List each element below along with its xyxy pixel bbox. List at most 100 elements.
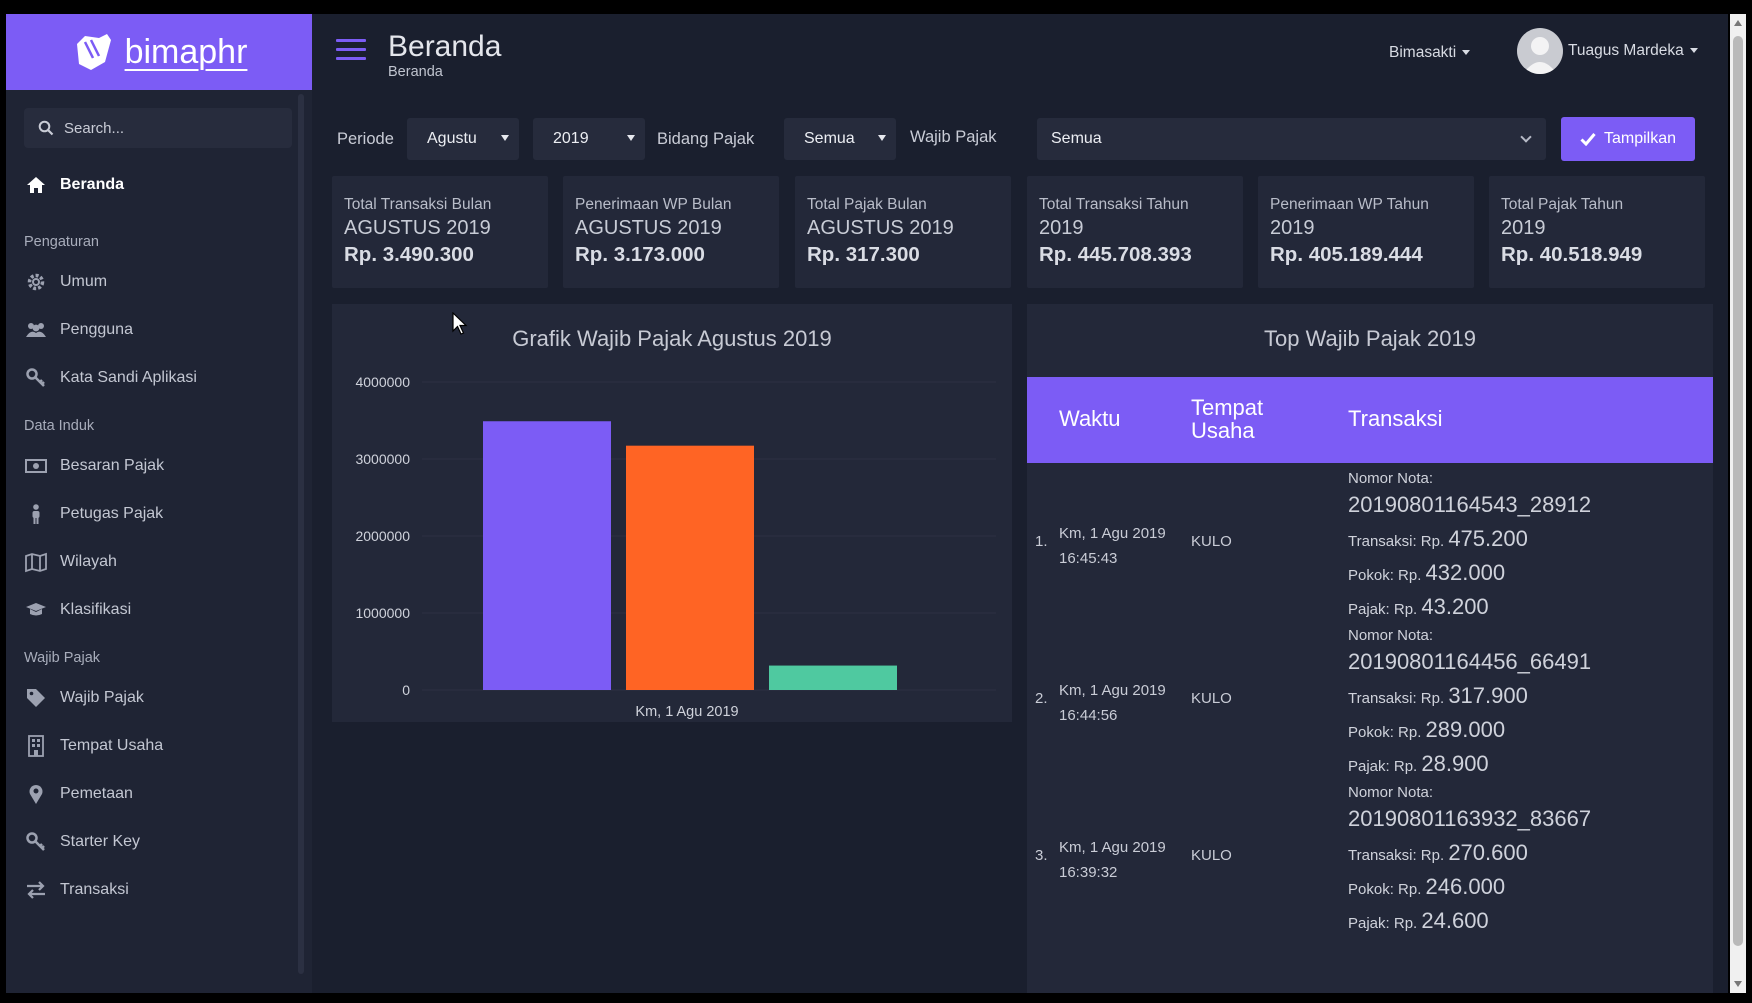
amount-value: 289.000 bbox=[1425, 717, 1506, 742]
sidebar-item-label: Beranda bbox=[60, 176, 125, 193]
year-select[interactable]: 2019 bbox=[533, 118, 645, 160]
table-row[interactable]: 1. Km, 1 Agu 2019 16:45:43 KULO Nomor Not… bbox=[1027, 470, 1713, 646]
nota-number: 20190801164543_28912 bbox=[1348, 492, 1592, 517]
stat-card-total-transaksi-tahun: Total Transaksi Tahun 2019 Rp. 445.708.3… bbox=[1027, 176, 1243, 288]
stat-label: Total Transaksi Tahun bbox=[1039, 196, 1189, 213]
stat-value: Rp. 3.173.000 bbox=[575, 243, 705, 266]
amount-label: Pokok: Rp. bbox=[1348, 724, 1422, 741]
stat-label: Penerimaan WP Bulan bbox=[575, 196, 732, 213]
sidebar-item-label: Transaksi bbox=[60, 881, 129, 898]
amount-label: Transaksi: Rp. bbox=[1348, 690, 1445, 707]
brand-name: bimaphr bbox=[124, 32, 248, 71]
breadcrumb[interactable]: Beranda bbox=[388, 64, 443, 80]
amount-value: 43.200 bbox=[1421, 594, 1489, 619]
menu-toggle-icon[interactable] bbox=[336, 39, 366, 63]
amount-value: 246.000 bbox=[1425, 874, 1506, 899]
sidebar-item-kata-sandi[interactable]: Kata Sandi Aplikasi bbox=[24, 363, 294, 393]
window-scrollbar[interactable] bbox=[1730, 14, 1746, 993]
transaksi-amount: Transaksi: Rp. 475.200 bbox=[1348, 522, 1708, 559]
row-waktu: Km, 1 Agu 2019 16:44:56 bbox=[1059, 678, 1189, 728]
sidebar-item-tempat-usaha[interactable]: Tempat Usaha bbox=[24, 731, 294, 761]
row-number: 3. bbox=[1035, 847, 1048, 864]
sidebar-item-pengguna[interactable]: Pengguna bbox=[24, 315, 294, 345]
stat-period: AGUSTUS 2019 bbox=[575, 217, 722, 239]
nota-label: Nomor Nota: bbox=[1348, 627, 1434, 644]
sidebar-item-besaran-pajak[interactable]: Besaran Pajak bbox=[24, 451, 294, 481]
sidebar-item-label: Klasifikasi bbox=[60, 601, 132, 618]
sidebar-item-starter-key[interactable]: Starter Key bbox=[24, 827, 294, 857]
pokok-amount: Pokok: Rp. 432.000 bbox=[1348, 556, 1708, 593]
stat-period: 2019 bbox=[1270, 217, 1315, 239]
user-silhouette-icon bbox=[1523, 37, 1557, 74]
dropdown-arrow-icon bbox=[627, 135, 635, 141]
sidebar-item-transaksi[interactable]: Transaksi bbox=[24, 875, 294, 905]
periode-label: Periode bbox=[337, 130, 394, 148]
brand-bar[interactable]: bimaphr bbox=[6, 14, 312, 90]
stat-card-total-transaksi-bulan: Total Transaksi Bulan AGUSTUS 2019 Rp. 3… bbox=[332, 176, 548, 288]
home-icon bbox=[24, 174, 48, 196]
dropdown-arrow-icon bbox=[501, 135, 509, 141]
amount-label: Pokok: Rp. bbox=[1348, 881, 1422, 898]
sidebar-item-umum[interactable]: Umum bbox=[24, 267, 294, 297]
tampilkan-button[interactable]: Tampilkan bbox=[1561, 117, 1695, 161]
map-icon bbox=[24, 551, 48, 573]
row-tempat-usaha: KULO bbox=[1191, 690, 1232, 707]
month-select[interactable]: Agustu bbox=[407, 118, 519, 160]
pokok-amount: Pokok: Rp. 246.000 bbox=[1348, 870, 1708, 907]
column-header-tempat-usaha[interactable]: Tempat Usaha bbox=[1191, 396, 1311, 442]
wajib-pajak-select[interactable]: Semua bbox=[1037, 118, 1546, 160]
column-header-transaksi[interactable]: Transaksi bbox=[1348, 407, 1443, 430]
row-time: 16:45:43 bbox=[1059, 550, 1118, 567]
table-row[interactable]: 2. Km, 1 Agu 2019 16:44:56 KULO Nomor Not… bbox=[1027, 627, 1713, 803]
sidebar-item-wilayah[interactable]: Wilayah bbox=[24, 547, 294, 577]
sidebar-item-klasifikasi[interactable]: Klasifikasi bbox=[24, 595, 294, 625]
key-icon bbox=[24, 367, 48, 389]
row-number: 2. bbox=[1035, 690, 1048, 707]
chart-bar bbox=[626, 445, 754, 690]
search-input[interactable] bbox=[64, 119, 264, 137]
sidebar-scrollbar[interactable] bbox=[298, 94, 304, 974]
scroll-up-icon[interactable] bbox=[1734, 20, 1742, 26]
amount-value: 28.900 bbox=[1421, 751, 1489, 776]
wajib-pajak-value: Semua bbox=[1051, 130, 1102, 147]
stat-label: Total Pajak Bulan bbox=[807, 196, 927, 213]
y-tick-label: 1000000 bbox=[355, 605, 410, 621]
table-row[interactable]: 3. Km, 1 Agu 2019 16:39:32 KULO Nomor Not… bbox=[1027, 784, 1713, 960]
amount-label: Pajak: Rp. bbox=[1348, 915, 1418, 932]
sidebar-item-beranda[interactable]: Beranda bbox=[24, 170, 294, 200]
bidang-pajak-select[interactable]: Semua bbox=[784, 118, 896, 160]
check-icon bbox=[1580, 133, 1596, 146]
column-header-waktu[interactable]: Waktu bbox=[1059, 407, 1121, 430]
sidebar-item-label: Pemetaan bbox=[60, 785, 133, 802]
y-tick-label: 2000000 bbox=[355, 528, 410, 544]
stat-period: 2019 bbox=[1501, 217, 1546, 239]
org-dropdown[interactable]: Bimasakti bbox=[1389, 44, 1471, 62]
row-transaksi: Nomor Nota: 20190801163932_83667 Transak… bbox=[1348, 784, 1708, 941]
sidebar-item-label: Umum bbox=[60, 273, 108, 290]
scroll-down-icon[interactable] bbox=[1734, 981, 1742, 987]
stat-card-penerimaan-wp-tahun: Penerimaan WP Tahun 2019 Rp. 405.189.444 bbox=[1258, 176, 1474, 288]
sidebar-item-label: Pengguna bbox=[60, 321, 133, 338]
sidebar-item-label: Petugas Pajak bbox=[60, 505, 164, 522]
sidebar-search[interactable] bbox=[24, 108, 292, 148]
row-waktu: Km, 1 Agu 2019 16:39:32 bbox=[1059, 835, 1189, 885]
page-title: Beranda bbox=[388, 30, 502, 63]
table-title: Top Wajib Pajak 2019 bbox=[1264, 326, 1476, 351]
row-date: Km, 1 Agu 2019 bbox=[1059, 682, 1166, 699]
stat-value: Rp. 40.518.949 bbox=[1501, 243, 1643, 266]
year-value: 2019 bbox=[553, 130, 589, 147]
avatar[interactable] bbox=[1517, 28, 1563, 74]
user-dropdown[interactable]: Tuagus Mardeka bbox=[1568, 42, 1698, 60]
sidebar-item-petugas-pajak[interactable]: Petugas Pajak bbox=[24, 499, 294, 529]
sidebar-item-pemetaan[interactable]: Pemetaan bbox=[24, 779, 294, 809]
sidebar-item-wajib-pajak[interactable]: Wajib Pajak bbox=[24, 683, 294, 713]
amount-label: Transaksi: Rp. bbox=[1348, 533, 1445, 550]
transaksi-amount: Transaksi: Rp. 270.600 bbox=[1348, 836, 1708, 873]
row-number: 1. bbox=[1035, 533, 1048, 550]
row-tempat-usaha: KULO bbox=[1191, 847, 1232, 864]
row-date: Km, 1 Agu 2019 bbox=[1059, 525, 1166, 542]
nota-label: Nomor Nota: bbox=[1348, 470, 1434, 487]
sidebar-item-label: Starter Key bbox=[60, 833, 141, 850]
scrollbar-thumb[interactable] bbox=[1733, 36, 1743, 946]
caret-down-icon bbox=[1462, 50, 1471, 56]
